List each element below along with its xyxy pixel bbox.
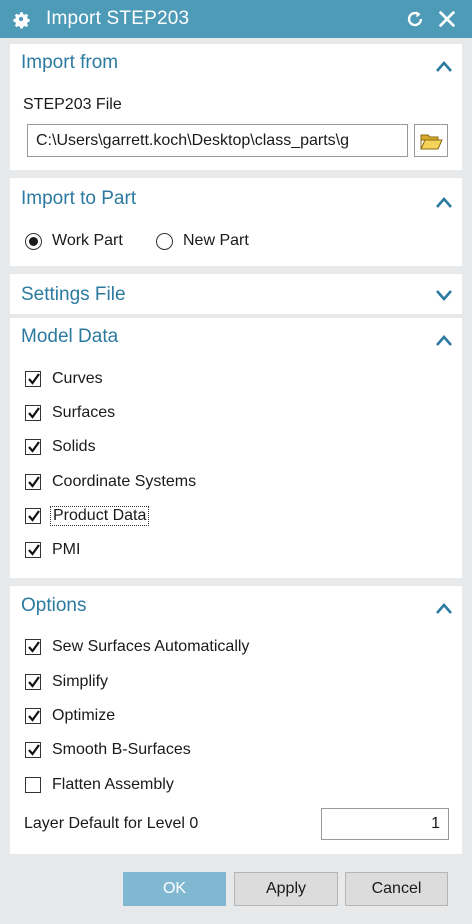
curves-checkbox[interactable] bbox=[25, 371, 41, 387]
smooth-b-surfaces-label: Smooth B-Surfaces bbox=[52, 741, 191, 758]
section-title-settings-file: Settings File bbox=[21, 284, 126, 305]
section-title-model-data: Model Data bbox=[21, 326, 119, 347]
browse-button[interactable] bbox=[414, 124, 448, 157]
surfaces-checkbox[interactable] bbox=[25, 405, 41, 421]
optimize-label: Optimize bbox=[52, 707, 116, 724]
pmi-label: PMI bbox=[52, 541, 81, 558]
surfaces-label: Surfaces bbox=[52, 404, 116, 421]
pmi-checkbox[interactable] bbox=[25, 542, 41, 558]
folder-open-icon bbox=[419, 130, 443, 157]
sew-surfaces-label: Sew Surfaces Automatically bbox=[52, 638, 250, 655]
chevron-up-icon[interactable] bbox=[434, 332, 454, 346]
reset-icon[interactable] bbox=[404, 8, 426, 30]
sew-surfaces-checkbox[interactable] bbox=[25, 639, 41, 655]
section-title-import-from: Import from bbox=[21, 52, 119, 73]
work-part-label: Work Part bbox=[52, 232, 123, 249]
section-title-options: Options bbox=[21, 595, 87, 616]
step203-file-label: STEP203 File bbox=[23, 96, 122, 113]
new-part-radio[interactable] bbox=[156, 233, 173, 250]
smooth-b-surfaces-checkbox[interactable] bbox=[25, 742, 41, 758]
apply-button[interactable]: Apply bbox=[234, 872, 338, 906]
flatten-assembly-checkbox[interactable] bbox=[25, 777, 41, 793]
cancel-button[interactable]: Cancel bbox=[345, 872, 448, 906]
coordinate-systems-label: Coordinate Systems bbox=[52, 473, 197, 490]
ok-button[interactable]: OK bbox=[123, 872, 226, 906]
simplify-label: Simplify bbox=[52, 673, 109, 690]
product-data-label: Product Data bbox=[50, 506, 150, 526]
solids-label: Solids bbox=[52, 438, 96, 455]
import-from-section: Import from STEP203 File C:\Users\garret… bbox=[10, 44, 462, 170]
simplify-checkbox[interactable] bbox=[25, 674, 41, 690]
import-to-part-section: Import to Part Work Part New Part bbox=[10, 178, 462, 266]
chevron-down-icon[interactable] bbox=[434, 288, 454, 302]
new-part-label: New Part bbox=[183, 232, 249, 249]
gear-icon bbox=[10, 8, 32, 30]
layer-default-label: Layer Default for Level 0 bbox=[24, 815, 199, 832]
coordinate-systems-checkbox[interactable] bbox=[25, 474, 41, 490]
close-icon[interactable] bbox=[436, 8, 458, 30]
chevron-up-icon[interactable] bbox=[434, 58, 454, 72]
work-part-radio[interactable] bbox=[25, 233, 42, 250]
curves-label: Curves bbox=[52, 370, 103, 387]
model-data-section: Model Data Curves Surfaces Solids Coordi… bbox=[10, 318, 462, 578]
step203-file-input[interactable]: C:\Users\garrett.koch\Desktop\class_part… bbox=[27, 124, 408, 157]
title-bar: Import STEP203 bbox=[0, 0, 472, 38]
chevron-up-icon[interactable] bbox=[434, 194, 454, 208]
window-title: Import STEP203 bbox=[46, 8, 190, 29]
optimize-checkbox[interactable] bbox=[25, 708, 41, 724]
settings-file-section[interactable]: Settings File bbox=[10, 274, 462, 314]
flatten-assembly-label: Flatten Assembly bbox=[52, 776, 174, 793]
options-section: Options Sew Surfaces Automatically Simpl… bbox=[10, 586, 462, 854]
product-data-checkbox[interactable] bbox=[25, 508, 41, 524]
layer-default-input[interactable]: 1 bbox=[321, 808, 449, 840]
solids-checkbox[interactable] bbox=[25, 439, 41, 455]
chevron-up-icon[interactable] bbox=[434, 600, 454, 614]
section-title-import-to-part: Import to Part bbox=[21, 188, 137, 209]
